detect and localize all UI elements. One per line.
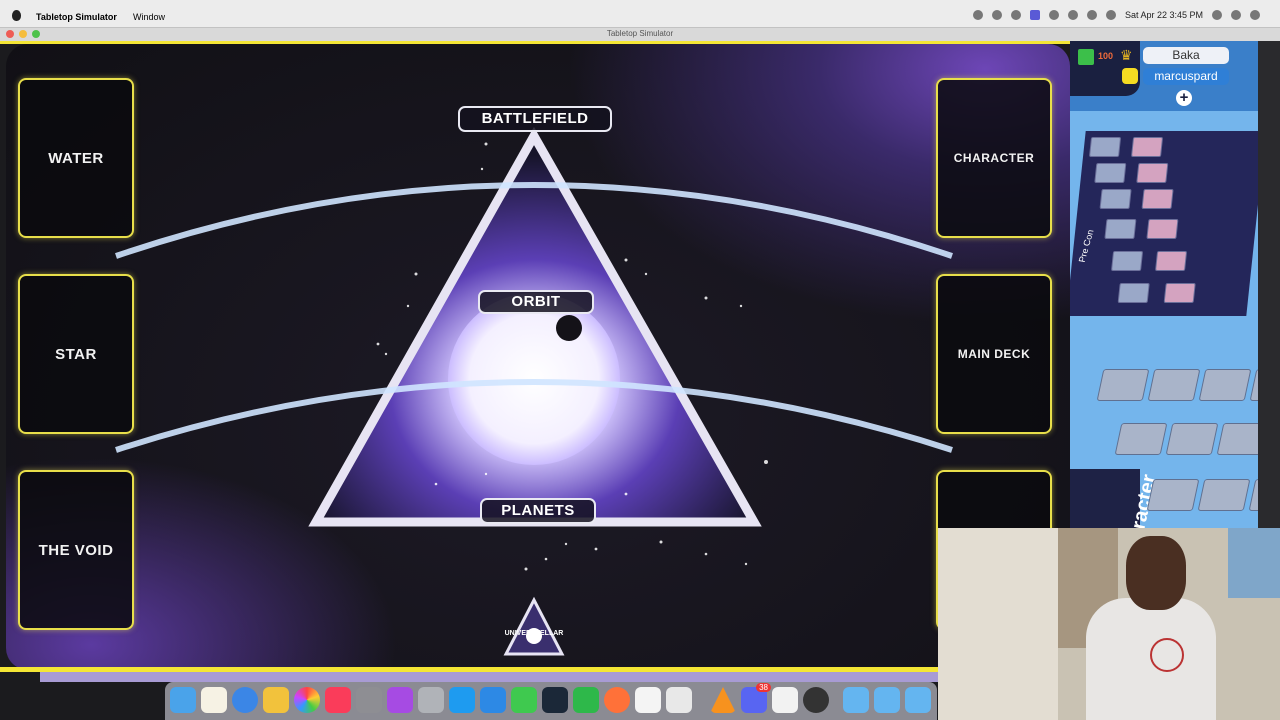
pre-con-label: Pre Con — [1076, 228, 1096, 264]
pre-con-deck-box[interactable]: Pre Con — [1070, 131, 1260, 316]
add-player-icon[interactable]: + — [1176, 90, 1192, 106]
notes-icon[interactable] — [201, 687, 227, 713]
control-center-icon[interactable] — [1250, 10, 1260, 20]
clock[interactable]: Sat Apr 22 3:45 PM — [1125, 10, 1203, 20]
logo-text: UNIVERSTELLAR — [504, 630, 564, 637]
webcam-overlay — [938, 528, 1280, 720]
compass-icon[interactable] — [418, 687, 444, 713]
photos-icon[interactable] — [294, 687, 320, 713]
vlc-icon[interactable] — [710, 687, 736, 713]
planet-dot — [556, 315, 582, 341]
finder-icon[interactable] — [170, 687, 196, 713]
doc-icon[interactable] — [635, 687, 661, 713]
record-icon[interactable] — [972, 10, 983, 20]
zone-star[interactable]: STAR — [18, 274, 134, 434]
universtellar-logo — [503, 596, 565, 656]
game-mat[interactable]: WATER STAR THE VOID CHARACTER MAIN DECK … — [6, 44, 1070, 670]
volume-icon[interactable] — [1105, 10, 1116, 20]
safari-icon[interactable] — [232, 687, 258, 713]
user-icon[interactable] — [1010, 10, 1021, 20]
podcasts-icon[interactable] — [387, 687, 413, 713]
appstore-icon[interactable] — [449, 687, 475, 713]
orbit-label: ORBIT — [478, 290, 594, 314]
scroll-edge — [1258, 41, 1280, 531]
bluetooth-icon[interactable] — [1067, 10, 1078, 20]
folder-icon[interactable] — [843, 687, 869, 713]
right-table-view[interactable]: 100 ♛ Baka marcuspard + Pre Con aracter — [1070, 41, 1260, 531]
player-name-1[interactable]: Baka — [1143, 47, 1229, 64]
discord-icon[interactable]: 38 — [741, 683, 771, 713]
player-avatar-icon[interactable] — [1078, 49, 1094, 65]
status-area: Sat Apr 22 3:45 PM — [972, 10, 1260, 20]
zone-main-deck[interactable]: MAIN DECK — [936, 274, 1052, 434]
wifi-icon[interactable] — [1086, 10, 1097, 20]
crown-icon: ♛ — [1120, 47, 1133, 63]
mat-artwork — [115, 126, 953, 656]
remote-icon[interactable] — [480, 687, 506, 713]
card-row-2[interactable] — [1114, 423, 1260, 455]
card-row-3[interactable] — [1146, 479, 1260, 511]
quicktime-icon[interactable] — [1029, 10, 1040, 20]
messages-icon[interactable] — [511, 687, 537, 713]
player-color-icon[interactable] — [1122, 68, 1138, 84]
zone-the-void[interactable]: THE VOID — [18, 470, 134, 630]
menu-app-name[interactable]: Tabletop Simulator — [36, 12, 117, 22]
folder-icon-3[interactable] — [905, 687, 931, 713]
steam-icon[interactable] — [542, 687, 568, 713]
zone-character[interactable]: CHARACTER — [936, 78, 1052, 238]
music-icon[interactable] — [325, 687, 351, 713]
search-icon[interactable] — [1212, 10, 1222, 20]
solitaire-icon[interactable] — [772, 687, 798, 713]
player-score: 100 — [1098, 51, 1114, 61]
apple-icon[interactable] — [12, 10, 21, 21]
card-row-1[interactable] — [1096, 369, 1260, 401]
player-name-2[interactable]: marcuspard — [1143, 68, 1229, 85]
page-icon[interactable] — [666, 687, 692, 713]
display-icon[interactable] — [1048, 10, 1059, 20]
folder-icon-2[interactable] — [874, 687, 900, 713]
dock: 38 — [165, 682, 937, 720]
planets-label: PLANETS — [480, 498, 596, 524]
activity-icon[interactable] — [803, 687, 829, 713]
battlefield-label: BATTLEFIELD — [458, 106, 612, 132]
person-head — [1126, 536, 1186, 610]
discord-badge: 38 — [756, 683, 771, 692]
window-title: Tabletop Simulator — [606, 29, 674, 38]
numbers-icon[interactable] — [573, 687, 599, 713]
settings-icon[interactable] — [356, 687, 382, 713]
table-edge — [40, 672, 940, 682]
menu-window[interactable]: Window — [133, 12, 165, 22]
zone-water[interactable]: WATER — [18, 78, 134, 238]
files-icon[interactable] — [263, 687, 289, 713]
dnd-icon[interactable] — [991, 10, 1002, 20]
firefox-icon[interactable] — [604, 687, 630, 713]
shirt-logo — [1150, 638, 1184, 672]
siri-icon[interactable] — [1231, 10, 1241, 20]
mat-border-top — [0, 41, 1070, 44]
